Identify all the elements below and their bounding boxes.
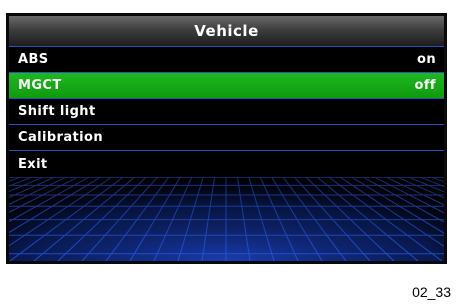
menu-item-value: on xyxy=(417,52,436,67)
figure-code: 02_33 xyxy=(412,284,451,300)
display-screen: Vehicle ABS on MGCT off Shift light Cali… xyxy=(6,13,447,264)
menu-item-mgct[interactable]: MGCT off xyxy=(9,73,444,99)
menu-item-abs[interactable]: ABS on xyxy=(9,47,444,73)
menu-item-label: Calibration xyxy=(18,130,103,145)
menu-item-label: Exit xyxy=(18,156,48,172)
menu-item-label: ABS xyxy=(18,52,49,67)
menu-item-calibration[interactable]: Calibration xyxy=(9,125,444,151)
menu-item-shift-light[interactable]: Shift light xyxy=(9,99,444,125)
menu-item-exit[interactable]: Exit xyxy=(9,151,444,177)
screen-title: Vehicle xyxy=(194,22,259,40)
title-bar: Vehicle xyxy=(9,16,444,47)
menu-item-label: Shift light xyxy=(18,104,96,119)
menu-item-label: MGCT xyxy=(18,78,62,93)
menu-item-value: off xyxy=(414,78,436,93)
vehicle-menu: ABS on MGCT off Shift light Calibration … xyxy=(9,47,444,177)
